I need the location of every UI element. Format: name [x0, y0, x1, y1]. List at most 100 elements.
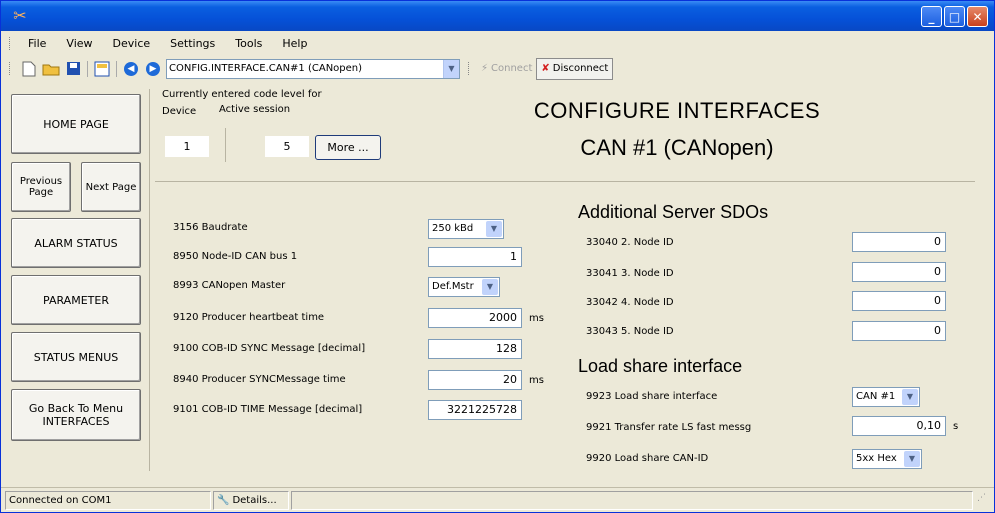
plug-icon: ⚡	[481, 63, 489, 74]
vertical-divider	[149, 89, 150, 471]
page-subtitle: CAN #1 (CANopen)	[580, 135, 774, 160]
connect-button[interactable]: ⚡ Connect	[477, 58, 536, 80]
toolbar-grip	[468, 62, 471, 75]
chevron-down-icon[interactable]: ▼	[482, 279, 498, 295]
main-content: HOME PAGE Previous Page Next Page ALARM …	[7, 84, 988, 484]
menu-file[interactable]: File	[18, 37, 56, 50]
sdo-section-title: Additional Server SDOs	[578, 202, 769, 222]
chevron-down-icon[interactable]: ▼	[902, 389, 918, 405]
sdo-node-5-field[interactable]: 0	[852, 321, 946, 341]
baudrate-dropdown[interactable]: 250 kBd ▼	[428, 219, 504, 239]
app-tools-icon: ✂	[13, 6, 27, 25]
chevron-down-icon[interactable]: ▼	[904, 451, 920, 467]
connection-status: Connected on COM1	[5, 490, 211, 510]
details-button[interactable]: 🔧 Details...	[213, 490, 289, 510]
sync-cobid-field[interactable]: 128	[428, 339, 522, 359]
session-code-value: 5	[265, 136, 309, 157]
heartbeat-unit: ms	[529, 313, 544, 324]
parameter-button[interactable]: PARAMETER	[11, 275, 141, 325]
time-cobid-field[interactable]: 3221225728	[428, 400, 522, 420]
param-label-heartbeat: 9120 Producer heartbeat time	[173, 312, 325, 323]
chevron-down-icon[interactable]: ▼	[486, 221, 502, 237]
sdo-label-node-4: 33042 4. Node ID	[586, 297, 674, 308]
page-path-select[interactable]: CONFIG.INTERFACE.CAN#1 (CANopen) ▼	[166, 58, 460, 79]
go-back-button[interactable]: Go Back To Menu INTERFACES	[11, 389, 141, 441]
new-file-icon[interactable]	[18, 58, 40, 80]
menu-settings[interactable]: Settings	[160, 37, 225, 50]
transfer-rate-unit: s	[953, 421, 959, 432]
param-label-canopen-master: 8993 CANopen Master	[173, 280, 286, 291]
canopen-master-value: Def.Mstr	[432, 281, 474, 292]
toolbar-separator	[116, 60, 117, 77]
close-button[interactable]: ✕	[967, 6, 988, 27]
loadshare-label-interface: 9923 Load share interface	[586, 391, 718, 402]
code-divider	[225, 128, 226, 162]
param-label-baudrate: 3156 Baudrate	[173, 222, 248, 233]
device-label: Device	[162, 106, 197, 117]
details-label: Details...	[232, 494, 277, 506]
sdo-node-2-field[interactable]: 0	[852, 232, 946, 252]
toolbar-grip	[9, 62, 12, 75]
alarm-status-button[interactable]: ALARM STATUS	[11, 218, 141, 268]
minimize-button[interactable]: _	[921, 6, 942, 27]
device-code-value: 1	[165, 136, 209, 157]
menu-bar: File View Device Settings Tools Help	[1, 32, 994, 55]
loadshare-interface-dropdown[interactable]: CAN #1 ▼	[852, 387, 920, 407]
canopen-master-dropdown[interactable]: Def.Mstr ▼	[428, 277, 500, 297]
disconnect-icon: ✘	[541, 63, 550, 74]
home-page-button[interactable]: HOME PAGE	[11, 94, 141, 154]
sdo-node-4-field[interactable]: 0	[852, 291, 946, 311]
page-title: CONFIGURE INTERFACES	[533, 98, 821, 123]
back-arrow-icon[interactable]: ◀	[124, 61, 138, 76]
status-bar: Connected on COM1 🔧 Details... ⋰	[1, 487, 994, 512]
heartbeat-field[interactable]: 2000	[428, 308, 522, 328]
loadshare-label-can-id: 9920 Load share CAN-ID	[586, 453, 709, 464]
chevron-down-icon[interactable]: ▼	[443, 59, 459, 78]
horizontal-divider	[155, 181, 975, 182]
sdo-label-node-2: 33040 2. Node ID	[586, 237, 674, 248]
menubar-grip	[9, 37, 12, 50]
window-controls: _ □ ✕	[921, 6, 988, 27]
toolbar: ◀ ▶ CONFIG.INTERFACE.CAN#1 (CANopen) ▼ ⚡…	[1, 56, 994, 81]
transfer-rate-field[interactable]: 0,10	[852, 416, 946, 436]
status-menus-button[interactable]: STATUS MENUS	[11, 332, 141, 382]
connect-label: Connect	[491, 63, 533, 74]
next-page-button[interactable]: Next Page	[81, 162, 141, 212]
status-message-panel	[291, 490, 973, 510]
loadshare-interface-value: CAN #1	[856, 391, 896, 402]
sdo-node-3-field[interactable]: 0	[852, 262, 946, 282]
disconnect-button[interactable]: ✘ Disconnect	[536, 57, 614, 80]
loadshare-section-title: Load share interface	[578, 356, 743, 376]
page-path-value: CONFIG.INTERFACE.CAN#1 (CANopen)	[169, 63, 363, 74]
open-folder-icon[interactable]	[40, 58, 62, 80]
menu-device[interactable]: Device	[103, 37, 161, 50]
sync-time-unit: ms	[529, 375, 544, 386]
save-icon[interactable]	[62, 58, 84, 80]
view-icon[interactable]	[91, 58, 113, 80]
app-window: ✂ _ □ ✕ File View Device Settings Tools …	[0, 0, 995, 513]
baudrate-value: 250 kBd	[432, 223, 474, 234]
menu-view[interactable]: View	[56, 37, 102, 50]
param-label-sync-time: 8940 Producer SYNCMessage time	[173, 374, 346, 385]
previous-page-button[interactable]: Previous Page	[11, 162, 71, 212]
more-button[interactable]: More ...	[315, 135, 381, 160]
resize-grip-icon[interactable]: ⋰	[977, 493, 991, 507]
menu-tools[interactable]: Tools	[225, 37, 272, 50]
toolbar-separator	[87, 60, 88, 77]
maximize-button[interactable]: □	[944, 6, 965, 27]
session-label: Active session	[219, 104, 291, 115]
disconnect-label: Disconnect	[552, 63, 609, 74]
menu-help[interactable]: Help	[272, 37, 317, 50]
loadshare-can-id-dropdown[interactable]: 5xx Hex ▼	[852, 449, 922, 469]
title-bar[interactable]: ✂ _ □ ✕	[1, 1, 994, 31]
loadshare-label-transfer-rate: 9921 Transfer rate LS fast messg	[586, 422, 752, 433]
forward-arrow-icon[interactable]: ▶	[146, 61, 160, 76]
param-label-sync-cobid: 9100 COB-ID SYNC Message [decimal]	[173, 343, 366, 354]
sync-time-field[interactable]: 20	[428, 370, 522, 390]
sdo-label-node-5: 33043 5. Node ID	[586, 326, 674, 337]
code-level-heading: Currently entered code level for	[162, 89, 322, 100]
param-label-node-id: 8950 Node-ID CAN bus 1	[173, 251, 298, 262]
node-id-field[interactable]: 1	[428, 247, 522, 267]
details-icon: 🔧	[217, 494, 230, 506]
loadshare-can-id-value: 5xx Hex	[856, 453, 897, 464]
